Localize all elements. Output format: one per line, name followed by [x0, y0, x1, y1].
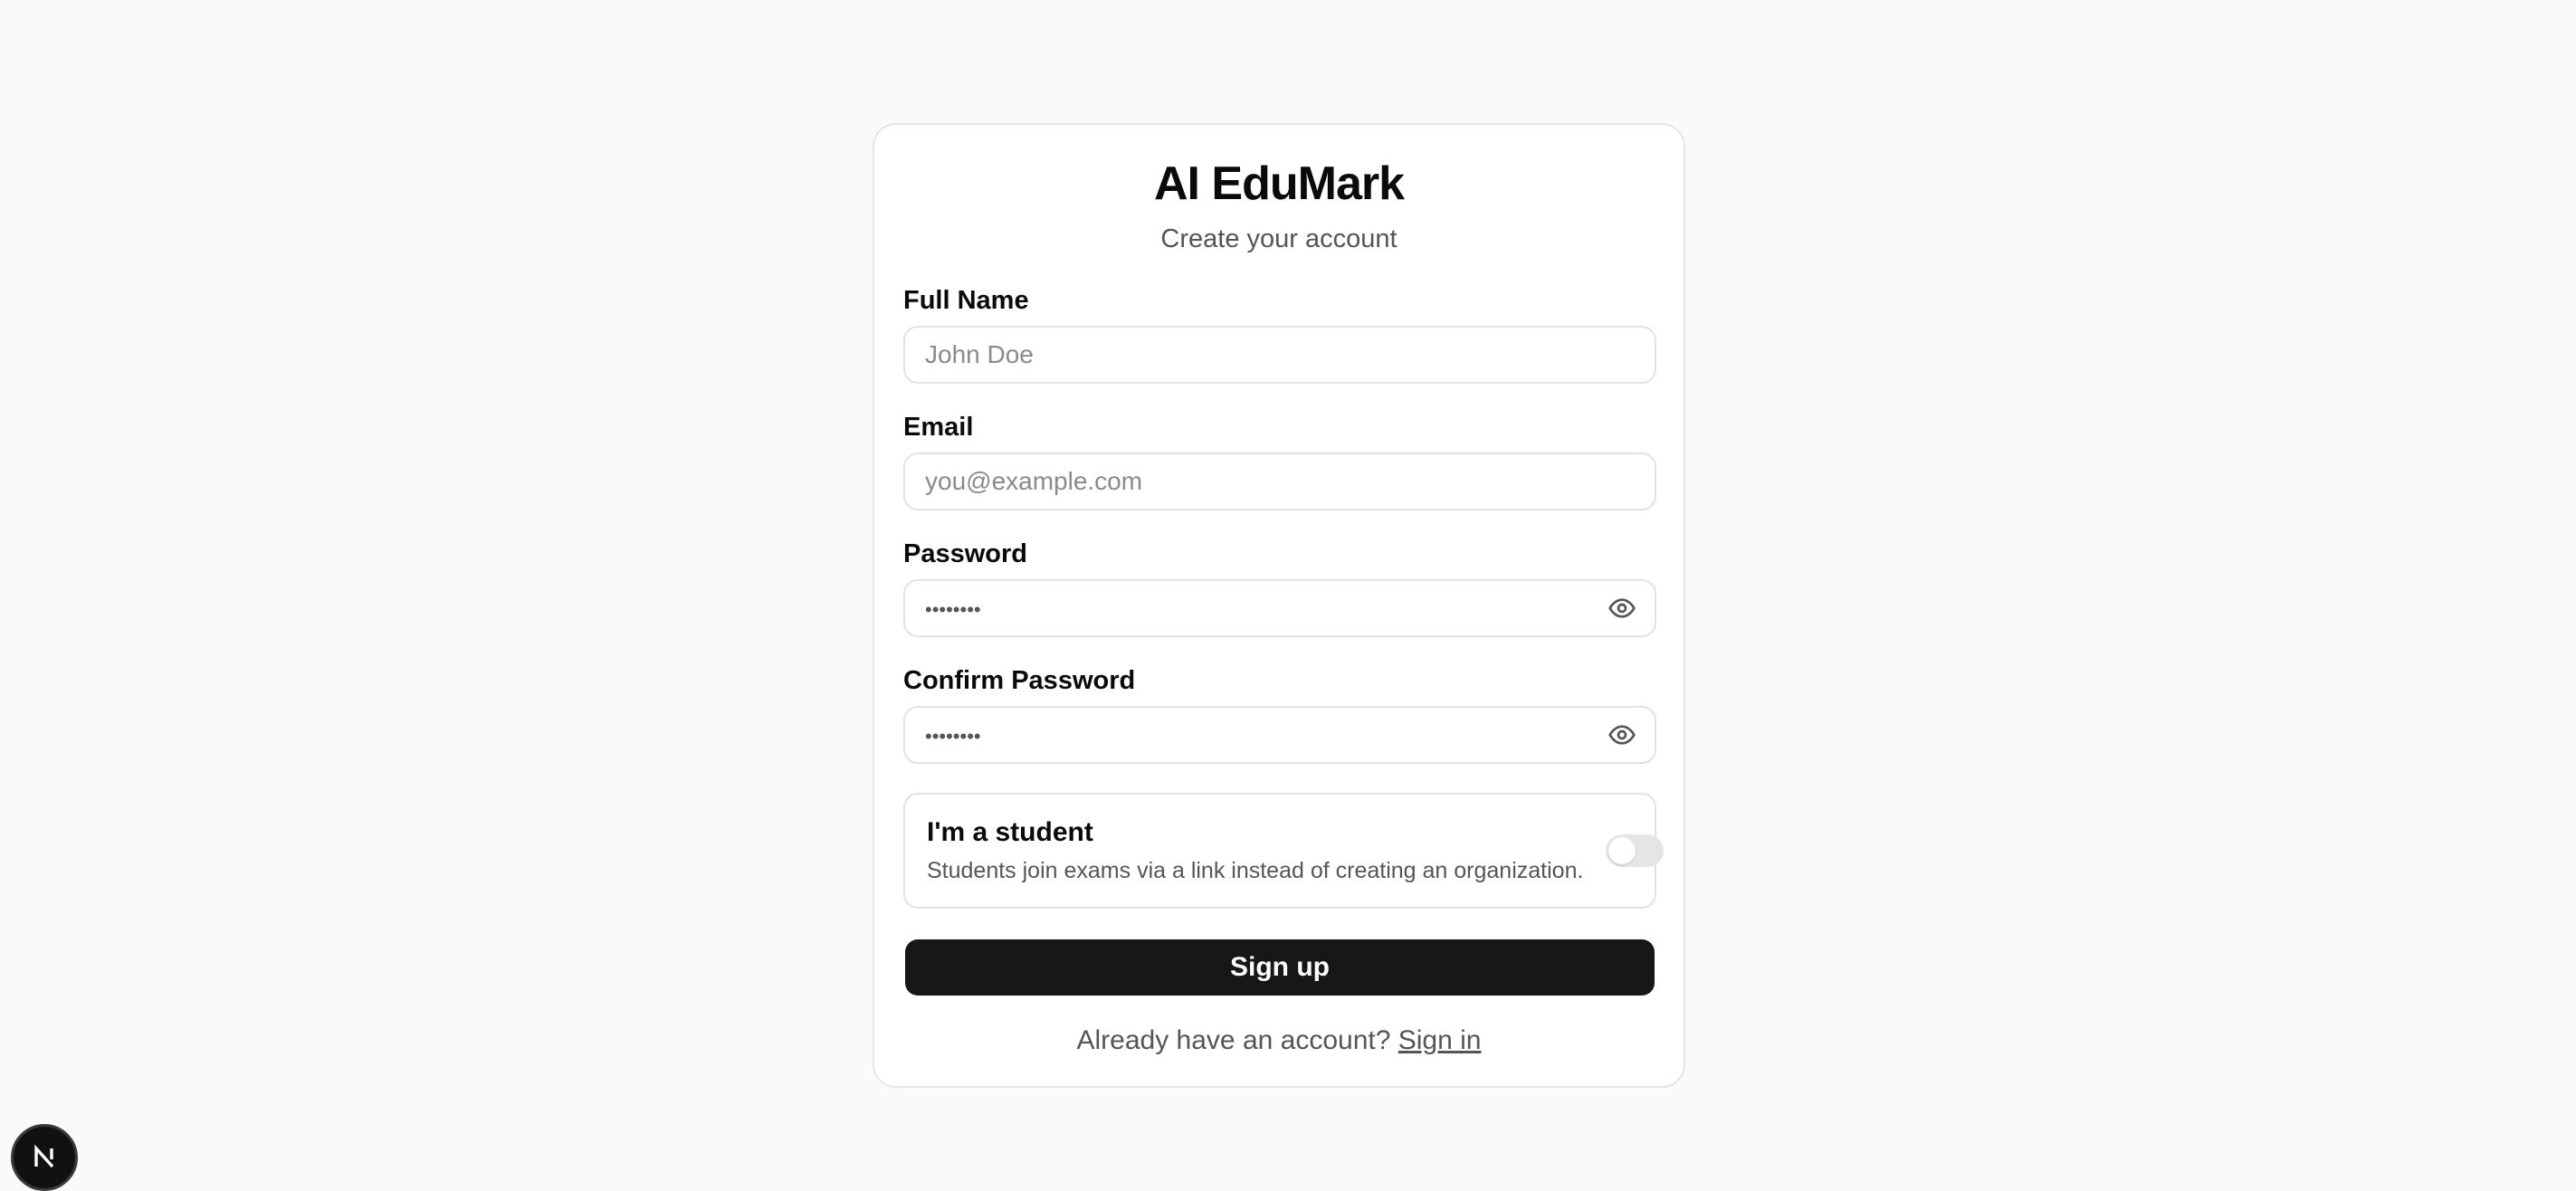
password-input[interactable]	[903, 579, 1656, 637]
sign-in-link[interactable]: Sign in	[1398, 1025, 1482, 1055]
password-visibility-toggle[interactable]	[1606, 592, 1638, 624]
full-name-input[interactable]	[903, 326, 1656, 384]
page-subtitle: Create your account	[1160, 224, 1398, 253]
sign-up-button[interactable]: Sign up	[905, 939, 1655, 996]
confirm-password-input[interactable]	[903, 706, 1656, 764]
password-label: Password	[903, 539, 1027, 568]
nextjs-logo-icon	[34, 1144, 54, 1168]
email-label: Email	[903, 413, 974, 442]
full-name-label: Full Name	[903, 286, 1029, 315]
nextjs-dev-badge[interactable]	[11, 1124, 78, 1191]
email-input[interactable]	[903, 453, 1656, 510]
signup-card: AI EduMark Create your account Full Name…	[873, 123, 1685, 1088]
student-toggle[interactable]	[1606, 834, 1664, 867]
student-option-title: I'm a student	[927, 817, 1093, 847]
sign-in-prompt: Already have an account? Sign in	[874, 1024, 1684, 1057]
toggle-knob	[1608, 837, 1636, 864]
app-title: AI EduMark	[1153, 157, 1405, 210]
student-option: I'm a student Students join exams via a …	[903, 793, 1664, 909]
confirm-password-visibility-toggle[interactable]	[1606, 719, 1638, 751]
confirm-password-label: Confirm Password	[903, 666, 1136, 695]
eye-icon	[1608, 725, 1636, 745]
sign-in-prompt-text: Already have an account?	[1076, 1025, 1391, 1055]
student-option-description: Students join exams via a link instead o…	[927, 858, 1584, 883]
eye-icon	[1608, 598, 1636, 618]
